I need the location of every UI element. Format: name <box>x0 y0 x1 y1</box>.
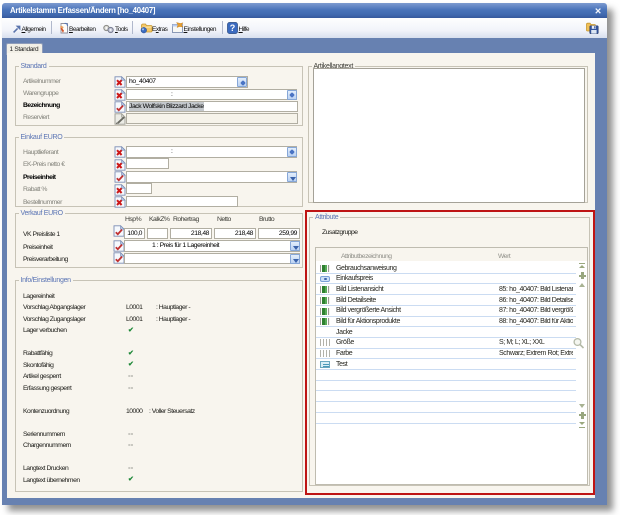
svg-text:?: ? <box>230 23 236 33</box>
